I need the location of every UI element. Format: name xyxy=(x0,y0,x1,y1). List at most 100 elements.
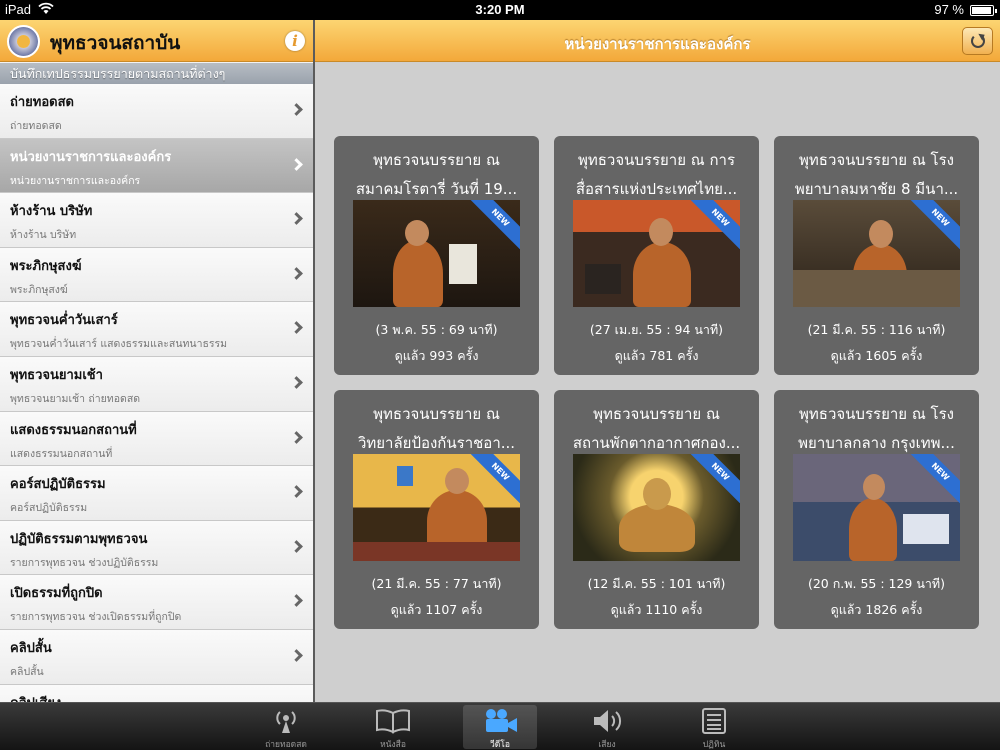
sidebar-header: พุทธวจนสถาบัน i xyxy=(0,20,313,62)
menu-item-subtitle: คลิปสั้น xyxy=(10,665,44,678)
video-meta: (12 มี.ค. 55 : 101 นาที) xyxy=(587,576,726,591)
tab-audio[interactable]: เสียง xyxy=(570,705,644,750)
menu-item-offsite[interactable]: แสดงธรรมนอกสถานที่ แสดงธรรมนอกสถานที่ xyxy=(0,411,313,467)
video-card[interactable]: พุทธวจนบรรยาย ณ โรง พยาบาลมหาชัย 8 มีนา.… xyxy=(774,136,979,375)
video-thumbnail[interactable]: NEW xyxy=(353,200,520,307)
menu-item-subtitle: ห้างร้าน บริษัท xyxy=(10,229,77,242)
status-bar: iPad 3:20 PM 97 % xyxy=(0,0,1000,20)
video-card[interactable]: พุทธวจนบรรยาย ณ สถานพักตากอากาศกอง... NE… xyxy=(554,390,759,629)
tab-label: หนังสือ xyxy=(380,740,406,750)
institute-logo-icon xyxy=(7,25,40,58)
menu-item-label: หน่วยงานราชการและองค์กร xyxy=(10,149,172,165)
menu-item-label: พระภิกษุสงฆ์ xyxy=(10,258,82,274)
menu-item-subtitle: คอร์สปฏิบัติธรรม xyxy=(10,502,88,515)
menu-item-saturday-night[interactable]: พุทธวจนค่ำวันเสาร์ พุทธวจนค่ำวันเสาร์ แส… xyxy=(0,302,313,357)
menu-item-label: ห้างร้าน บริษัท xyxy=(10,204,93,220)
video-meta: (21 มี.ค. 55 : 116 นาที) xyxy=(807,322,946,337)
menu-item-label: เปิดธรรมที่ถูกปิด xyxy=(10,586,103,602)
video-meta: (21 มี.ค. 55 : 77 นาที) xyxy=(371,576,502,591)
tab-label: ถ่ายทอดสด xyxy=(265,740,307,750)
broadcast-icon xyxy=(274,708,298,733)
chevron-right-icon xyxy=(290,485,303,499)
page-title: หน่วยงานราชการและองค์กร xyxy=(564,35,751,53)
menu-item-live[interactable]: ถ่ายทอดสด ถ่ายทอดสด xyxy=(0,84,313,139)
menu-item-morning[interactable]: พุทธวจนยามเช้า พุทธวจนยามเช้า ถ่ายทอดสด xyxy=(0,356,313,412)
menu-item-practice[interactable]: ปฏิบัติธรรมตามพุทธวจน รายการพุทธวจน ช่วง… xyxy=(0,520,313,576)
view-count: ดูแล้ว 1110 ครั้ง xyxy=(610,602,703,617)
video-thumbnail[interactable]: NEW xyxy=(793,454,960,561)
video-title-line2: วิทยาลัยป้องกันราชอา... xyxy=(357,434,516,452)
tab-live[interactable]: ถ่ายทอดสด xyxy=(249,705,323,750)
new-badge: NEW xyxy=(908,454,960,504)
menu-item-government[interactable]: หน่วยงานราชการและองค์กร หน่วยงานราชการแล… xyxy=(0,138,313,194)
info-icon[interactable]: i xyxy=(285,31,305,51)
menu-item-subtitle: พุทธวจนค่ำวันเสาร์ แสดงธรรมและสนทนาธรรม xyxy=(10,338,228,351)
tab-label: ปฏิทิน xyxy=(702,740,726,750)
menu-item-open-dhamma[interactable]: เปิดธรรมที่ถูกปิด รายการพุทธวจน ช่วงเปิด… xyxy=(0,575,313,630)
refresh-button[interactable] xyxy=(962,27,993,55)
section-header: บันทึกเทปธรรมบรรยายตามสถานที่ต่างๆ xyxy=(0,63,313,84)
video-meta: (3 พ.ค. 55 : 69 นาที) xyxy=(375,322,498,337)
main-panel: หน่วยงานราชการและองค์กร พุทธวจนบรรยาย ณ … xyxy=(315,20,1000,702)
chevron-right-icon xyxy=(290,103,303,116)
menu-item-company[interactable]: ห้างร้าน บริษัท ห้างร้าน บริษัท xyxy=(0,193,313,248)
menu-item-label: คอร์สปฏิบัติธรรม xyxy=(10,477,106,493)
video-card[interactable]: พุทธวจนบรรยาย ณ การ สื่อสารแห่งประเทศไทย… xyxy=(554,136,759,375)
new-badge: NEW xyxy=(688,454,740,504)
tab-books[interactable]: หนังสือ xyxy=(356,705,430,750)
video-title-line1: พุทธวจนบรรยาย ณ การ xyxy=(577,151,736,169)
new-badge: NEW xyxy=(468,454,520,504)
video-title-line1: พุทธวจนบรรยาย ณ xyxy=(593,405,720,423)
menu-item-label: คลิปเสียง xyxy=(10,692,61,702)
video-title-line1: พุทธวจนบรรยาย ณ โรง xyxy=(799,151,954,169)
video-thumbnail[interactable]: NEW xyxy=(793,200,960,307)
app-title: พุทธวจนสถาบัน xyxy=(50,32,181,54)
menu-item-subtitle: ถ่ายทอดสด xyxy=(10,120,62,132)
menu-item-subtitle: แสดงธรรมนอกสถานที่ xyxy=(10,447,113,460)
new-badge: NEW xyxy=(688,200,740,250)
video-thumbnail[interactable]: NEW xyxy=(573,454,740,561)
menu-item-monks[interactable]: พระภิกษุสงฆ์ พระภิกษุสงฆ์ xyxy=(0,247,313,303)
chevron-right-icon xyxy=(290,376,303,389)
menu-item-subtitle: รายการพุทธวจน ช่วงปฏิบัติธรรม xyxy=(10,556,159,569)
tab-video[interactable]: วีดีโอ xyxy=(463,705,537,750)
calendar-icon xyxy=(702,708,726,734)
menu-item-label: พุทธวจนค่ำวันเสาร์ xyxy=(10,313,118,329)
video-card[interactable]: พุทธวจนบรรยาย ณ สมาคมโรตารี่ วันที่ 19..… xyxy=(334,136,539,375)
chevron-right-icon xyxy=(290,649,303,662)
menu-item-subtitle: รายการพุทธวจน ช่วงเปิดธรรมที่ถูกปิด xyxy=(10,611,182,624)
video-camera-icon xyxy=(483,708,519,732)
video-title-line1: พุทธวจนบรรยาย ณ xyxy=(373,151,500,169)
menu-item-label: คลิปสั้น xyxy=(10,640,52,656)
video-title-line2: สมาคมโรตารี่ วันที่ 19... xyxy=(355,180,518,198)
battery-percent: 97 % xyxy=(934,2,964,17)
menu-item-subtitle: หน่วยงานราชการและองค์กร xyxy=(10,174,141,187)
video-card[interactable]: พุทธวจนบรรยาย ณ โรง พยาบาลกลาง กรุงเทพ..… xyxy=(774,390,979,629)
view-count: ดูแล้ว 1826 ครั้ง xyxy=(830,602,923,617)
view-count: ดูแล้ว 1605 ครั้ง xyxy=(830,348,923,363)
chevron-right-icon xyxy=(290,539,303,553)
video-meta: (27 เม.ย. 55 : 94 นาที) xyxy=(589,322,724,337)
video-title-line2: สื่อสารแห่งประเทศไทย... xyxy=(575,180,738,198)
chevron-right-icon xyxy=(290,212,303,226)
video-title-line2: พยาบาลมหาชัย 8 มีนา... xyxy=(794,180,959,198)
menu-item-audio-clips[interactable]: คลิปเสียง xyxy=(0,684,313,702)
chevron-right-icon xyxy=(290,430,303,444)
tab-calendar[interactable]: ปฏิทิน xyxy=(677,705,751,750)
menu-item-label: พุทธวจนยามเช้า xyxy=(10,367,103,383)
video-card[interactable]: พุทธวจนบรรยาย ณ วิทยาลัยป้องกันราชอา... … xyxy=(334,390,539,629)
view-count: ดูแล้ว 781 ครั้ง xyxy=(614,348,699,363)
view-count: ดูแล้ว 1107 ครั้ง xyxy=(390,602,483,617)
menu-item-short-clips[interactable]: คลิปสั้น คลิปสั้น xyxy=(0,629,313,685)
clock: 3:20 PM xyxy=(475,2,525,17)
new-badge: NEW xyxy=(908,200,960,250)
video-title-line1: พุทธวจนบรรยาย ณ โรง xyxy=(799,405,954,423)
video-thumbnail[interactable]: NEW xyxy=(353,454,520,561)
book-icon xyxy=(375,708,411,734)
video-thumbnail[interactable]: NEW xyxy=(573,200,740,307)
menu-list: ถ่ายทอดสด ถ่ายทอดสด หน่วยงานราชการและองค… xyxy=(0,84,313,702)
menu-item-course[interactable]: คอร์สปฏิบัติธรรม คอร์สปฏิบัติธรรม xyxy=(0,466,313,521)
menu-item-label: แสดงธรรมนอกสถานที่ xyxy=(10,422,137,438)
chevron-right-icon xyxy=(290,321,303,335)
tab-label: เสียง xyxy=(598,740,616,750)
